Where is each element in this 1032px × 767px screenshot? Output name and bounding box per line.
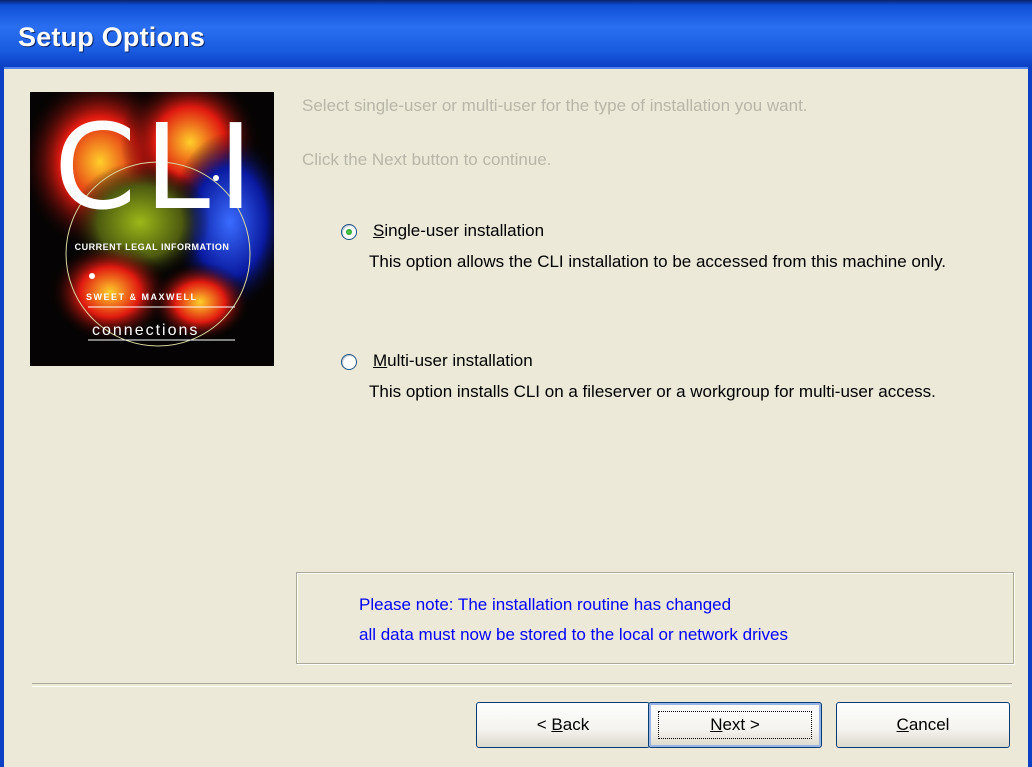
- note-box: Please note: The installation routine ha…: [296, 572, 1014, 664]
- title-bar[interactable]: Setup Options: [0, 0, 1032, 69]
- multi-user-radio[interactable]: [341, 354, 357, 370]
- cancel-button-label: Cancel: [897, 715, 950, 735]
- back-button-label: < Back: [537, 715, 589, 735]
- single-user-label[interactable]: Single-user installation: [373, 221, 544, 241]
- separator: [32, 683, 1012, 687]
- single-user-mnemonic: S: [373, 221, 385, 240]
- logo-publisher: SWEET & MAXWELL: [86, 292, 198, 302]
- cancel-button[interactable]: Cancel: [836, 702, 1010, 748]
- window-frame-right: [1028, 67, 1032, 767]
- instruction-line-2: Click the Next button to continue.: [302, 150, 552, 169]
- window-frame-left: [0, 67, 4, 767]
- single-user-description: This option allows the CLI installation …: [369, 252, 947, 271]
- single-user-radio[interactable]: [341, 224, 357, 240]
- note-line-2: all data must now be stored to the local…: [359, 625, 788, 644]
- next-button-label: Next >: [710, 715, 760, 735]
- cli-logo: CLI CURRENT LEGAL INFORMATION SWEET & MA…: [30, 92, 274, 366]
- logo-cli-text: CLI: [54, 98, 261, 236]
- note-line-1: Please note: The installation routine ha…: [359, 595, 732, 614]
- back-rest: ack: [562, 715, 590, 734]
- multi-user-mnemonic: M: [373, 351, 388, 370]
- cancel-mnemonic: C: [896, 715, 909, 734]
- back-prefix: <: [536, 715, 552, 734]
- back-button[interactable]: < Back: [476, 702, 650, 748]
- next-mnemonic: N: [710, 715, 723, 734]
- logo-subtitle: CURRENT LEGAL INFORMATION: [74, 242, 230, 252]
- multi-user-label-text: ulti-user installation: [387, 351, 533, 370]
- multi-user-label[interactable]: Multi-user installation: [373, 351, 533, 371]
- next-rest: ext >: [722, 715, 760, 734]
- window-title: Setup Options: [18, 22, 206, 52]
- single-user-label-text: ingle-user installation: [384, 221, 545, 240]
- radio-selected-dot: [346, 229, 352, 235]
- next-button[interactable]: Next >: [648, 702, 822, 748]
- back-mnemonic: B: [551, 715, 563, 734]
- logo-connections: connections: [92, 322, 200, 339]
- instruction-line-1: Select single-user or multi-user for the…: [302, 96, 808, 115]
- cancel-rest: ancel: [908, 715, 950, 734]
- multi-user-description: This option installs CLI on a fileserver…: [369, 382, 936, 401]
